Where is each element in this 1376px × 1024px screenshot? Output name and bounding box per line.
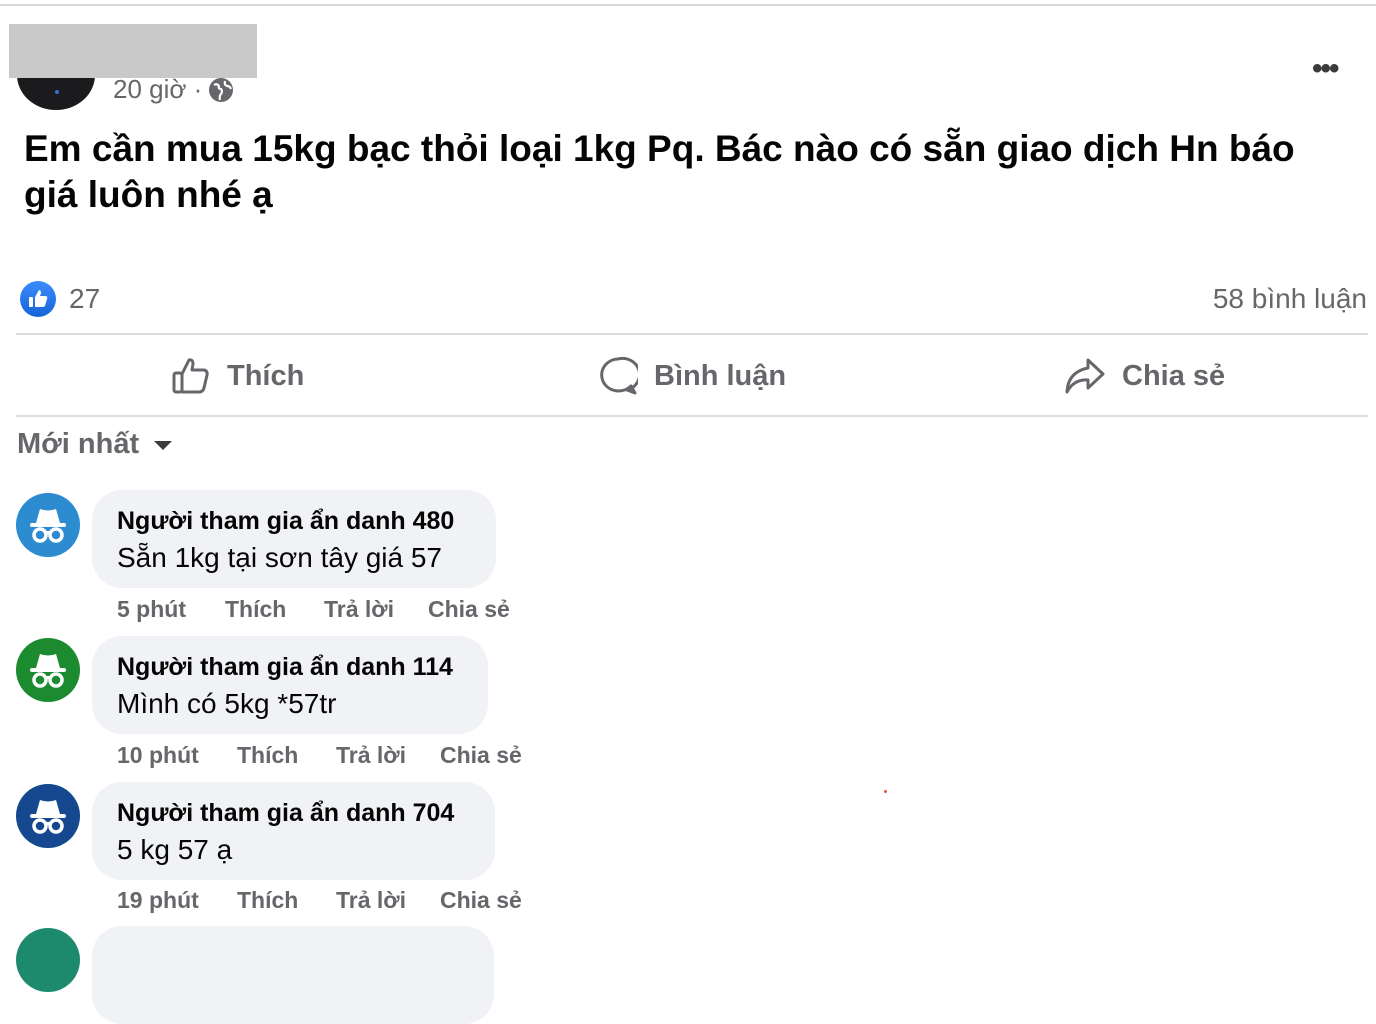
comment-share-button[interactable]: Chia sẻ bbox=[440, 742, 522, 769]
top-divider bbox=[0, 4, 1376, 6]
comment-text: 5 kg 57 ạ bbox=[117, 834, 233, 865]
thumbs-up-icon bbox=[172, 358, 209, 394]
comment-share-button[interactable]: Chia sẻ bbox=[440, 887, 522, 914]
divider bbox=[16, 415, 1368, 417]
like-reaction-icon[interactable] bbox=[20, 281, 56, 317]
comment-reply-button[interactable]: Trả lời bbox=[336, 742, 440, 769]
anonymous-avatar[interactable] bbox=[16, 638, 80, 702]
share-button[interactable]: Chia sẻ bbox=[1064, 354, 1225, 398]
stray-dot bbox=[884, 790, 887, 793]
like-button[interactable]: Thích bbox=[171, 354, 304, 398]
comment-author[interactable]: Người tham gia ẩn danh 114 bbox=[117, 652, 464, 682]
comment-bubble: Người tham gia ẩn danh 704 5 kg 57 ạ bbox=[92, 782, 495, 880]
incognito-icon bbox=[30, 509, 66, 543]
post-body: Em cần mua 15kg bạc thỏi loại 1kg Pq. Bá… bbox=[24, 128, 1295, 215]
comment-bubble: Người tham gia ẩn danh 114 Mình có 5kg *… bbox=[92, 636, 488, 734]
comment-time[interactable]: 10 phút bbox=[117, 742, 237, 769]
ellipsis-icon: ••• bbox=[1312, 52, 1339, 85]
comment-author[interactable]: Người tham gia ẩn danh 480 bbox=[117, 506, 472, 536]
comment-share-button[interactable]: Chia sẻ bbox=[428, 596, 510, 623]
comment-actions: 19 phút Thích Trả lời Chia sẻ bbox=[117, 887, 522, 914]
anonymous-avatar[interactable] bbox=[16, 928, 80, 992]
comment-text: Sẵn 1kg tại sơn tây giá 57 bbox=[117, 542, 443, 573]
comment-like-button[interactable]: Thích bbox=[237, 887, 336, 914]
comment-bubble-icon bbox=[600, 356, 638, 395]
comment-time[interactable]: 19 phút bbox=[117, 887, 237, 914]
comment-button[interactable]: Bình luận bbox=[598, 354, 786, 398]
comment-sort-dropdown[interactable]: Mới nhất bbox=[17, 428, 173, 461]
caret-down-icon bbox=[154, 440, 173, 450]
globe-icon bbox=[209, 77, 234, 102]
comment-reply-button[interactable]: Trả lời bbox=[336, 887, 440, 914]
sort-label: Mới nhất bbox=[17, 428, 140, 460]
comment-bubble: Người tham gia ẩn danh 480 Sẵn 1kg tại s… bbox=[92, 490, 496, 588]
comment-actions: 10 phút Thích Trả lời Chia sẻ bbox=[117, 742, 522, 769]
divider bbox=[16, 333, 1368, 335]
incognito-icon bbox=[30, 654, 66, 688]
post-meta: 20 giờ · bbox=[113, 74, 234, 105]
comment-reply-button[interactable]: Trả lời bbox=[324, 596, 428, 623]
comment-label: Bình luận bbox=[654, 359, 787, 392]
comment-author[interactable]: Người tham gia ẩn danh 704 bbox=[117, 798, 471, 828]
thumbs-up-icon bbox=[29, 290, 48, 307]
anonymous-avatar[interactable] bbox=[16, 784, 80, 848]
comment-like-button[interactable]: Thích bbox=[225, 596, 324, 623]
share-arrow-icon bbox=[1065, 358, 1105, 394]
comment-count[interactable]: 58 bình luận bbox=[1213, 283, 1367, 315]
like-label: Thích bbox=[227, 359, 305, 392]
redacted-author-name bbox=[9, 24, 257, 78]
more-options-button[interactable]: ••• bbox=[1312, 52, 1339, 86]
comment-actions: 5 phút Thích Trả lời Chia sẻ bbox=[117, 596, 510, 623]
incognito-icon bbox=[30, 800, 66, 834]
post-time[interactable]: 20 giờ · bbox=[113, 74, 202, 105]
reaction-count[interactable]: 27 bbox=[69, 283, 100, 315]
comment-text: Mình có 5kg *57tr bbox=[117, 688, 337, 719]
comment-like-button[interactable]: Thích bbox=[237, 742, 336, 769]
share-label: Chia sẻ bbox=[1122, 359, 1226, 392]
comment-bubble bbox=[92, 926, 494, 1024]
anonymous-avatar[interactable] bbox=[16, 493, 80, 557]
comment-time[interactable]: 5 phút bbox=[117, 596, 225, 623]
